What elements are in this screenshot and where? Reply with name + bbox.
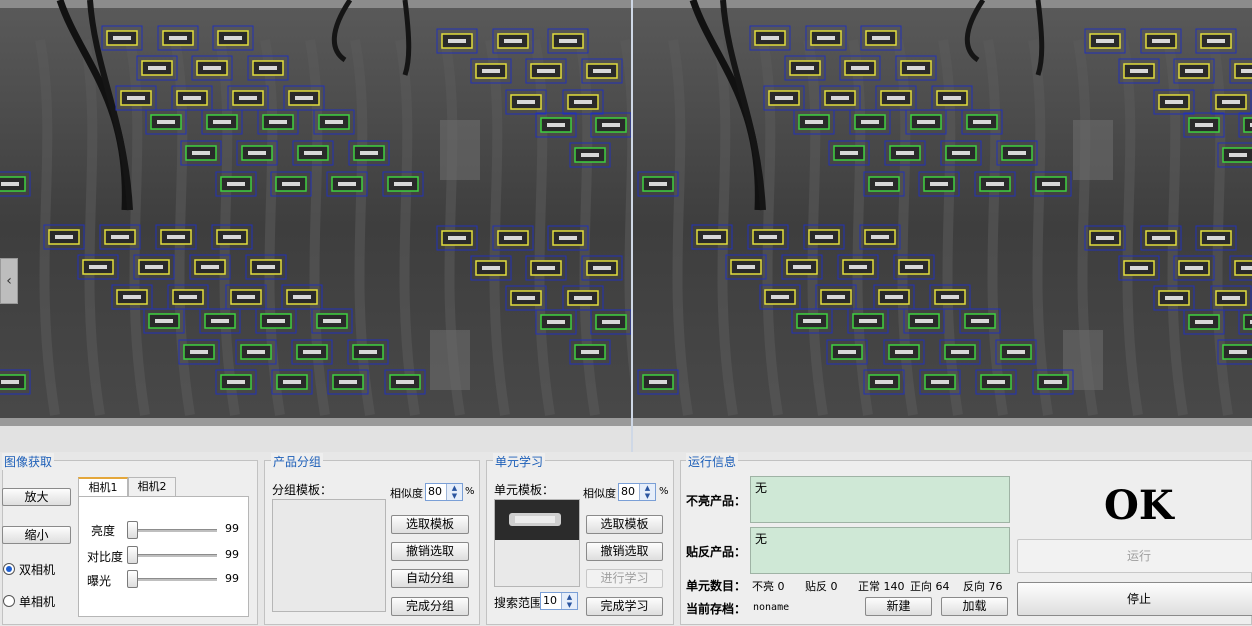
image-acquire-title: 图像获取	[2, 453, 55, 470]
search-range-label: 搜索范围	[494, 596, 543, 610]
product-similarity-label: 相似度	[390, 487, 423, 500]
unit-similarity-spinner[interactable]: 80 ▲ ▼	[618, 483, 656, 501]
contrast-slider[interactable]	[127, 546, 138, 564]
search-range-value: 10	[543, 594, 557, 607]
contrast-label: 对比度	[87, 550, 124, 564]
forward-count: 正向 64	[910, 580, 950, 593]
unit-template-thumbnail	[495, 500, 579, 540]
brightness-slider[interactable]	[127, 521, 138, 539]
product-similarity-percent: %	[465, 486, 475, 497]
brightness-value: 99	[225, 522, 239, 535]
exposure-value: 99	[225, 572, 239, 585]
control-panel: 图像获取 放大 缩小 双相机 单相机 相机1 相机2 亮度 99 对比度 99 …	[0, 452, 1252, 626]
dual-camera-label: 双相机	[19, 563, 56, 577]
tab-camera1[interactable]: 相机1	[78, 477, 128, 498]
camera-image-right	[633, 0, 1252, 452]
stop-button[interactable]: 停止	[1017, 582, 1252, 616]
not-lit-textbox[interactable]: 无	[750, 476, 1010, 523]
zoom-in-button[interactable]: 放大	[2, 488, 71, 506]
new-archive-button[interactable]: 新建	[865, 597, 932, 616]
product-similarity-value: 80	[428, 485, 442, 498]
unit-undo-select-button[interactable]: 撤销选取	[586, 542, 663, 561]
reversed-label: 贴反产品：	[686, 545, 747, 559]
reversed-textbox[interactable]: 无	[750, 527, 1010, 574]
single-camera-label: 单相机	[19, 595, 56, 609]
unit-learn-title: 单元学习	[493, 453, 546, 470]
contrast-value: 99	[225, 548, 239, 561]
single-camera-radio[interactable]	[3, 595, 15, 607]
dual-camera-radio[interactable]	[3, 563, 15, 575]
tab-camera2[interactable]: 相机2	[128, 477, 176, 497]
search-range-spinner[interactable]: 10 ▲ ▼	[540, 592, 578, 610]
unit-similarity-percent: %	[659, 486, 669, 497]
load-archive-button[interactable]: 加载	[941, 597, 1008, 616]
exposure-label: 曝光	[87, 574, 112, 588]
spin-arrows-icon[interactable]: ▲ ▼	[446, 484, 462, 500]
unit-select-template-button[interactable]: 选取模板	[586, 515, 663, 534]
prev-arrow-icon[interactable]: ‹	[0, 258, 18, 304]
group-template-box	[272, 499, 386, 612]
brightness-track	[127, 529, 217, 532]
product-select-template-button[interactable]: 选取模板	[391, 515, 469, 534]
camera-image-left	[0, 0, 631, 452]
current-archive-label: 当前存档：	[686, 602, 747, 616]
not-lit-label: 不亮产品：	[686, 494, 747, 508]
spin-arrows-icon[interactable]: ▲ ▼	[561, 593, 577, 609]
run-info-title: 运行信息	[686, 453, 739, 470]
unit-template-label: 单元模板：	[494, 483, 555, 497]
finish-group-button[interactable]: 完成分组	[391, 597, 469, 616]
result-status: OK	[1104, 482, 1174, 529]
group-template-label: 分组模板：	[272, 483, 333, 497]
contrast-track	[127, 554, 217, 557]
run-button[interactable]: 运行	[1017, 539, 1252, 573]
unit-count-label: 单元数目：	[686, 579, 747, 593]
product-similarity-spinner[interactable]: 80 ▲ ▼	[425, 483, 463, 501]
reversed-count: 贴反 0	[805, 580, 838, 593]
auto-group-button[interactable]: 自动分组	[391, 569, 469, 588]
zoom-out-button[interactable]: 缩小	[2, 526, 71, 544]
spin-arrows-icon[interactable]: ▲ ▼	[639, 484, 655, 500]
unit-template-box	[494, 499, 580, 587]
start-learning-button[interactable]: 进行学习	[586, 569, 663, 588]
product-group-title: 产品分组	[271, 453, 324, 470]
product-undo-select-button[interactable]: 撤销选取	[391, 542, 469, 561]
exposure-track	[127, 578, 217, 581]
current-archive-value: noname	[753, 602, 790, 613]
normal-count: 正常 140	[858, 580, 905, 593]
backward-count: 反向 76	[963, 580, 1003, 593]
brightness-label: 亮度	[91, 524, 116, 538]
finish-learning-button[interactable]: 完成学习	[586, 597, 663, 616]
camera-view-left[interactable]	[0, 0, 631, 452]
unit-similarity-value: 80	[621, 485, 635, 498]
exposure-slider[interactable]	[127, 570, 138, 588]
unit-similarity-label: 相似度	[583, 487, 616, 500]
not-lit-count: 不亮 0	[752, 580, 785, 593]
camera-view-right[interactable]	[633, 0, 1252, 452]
